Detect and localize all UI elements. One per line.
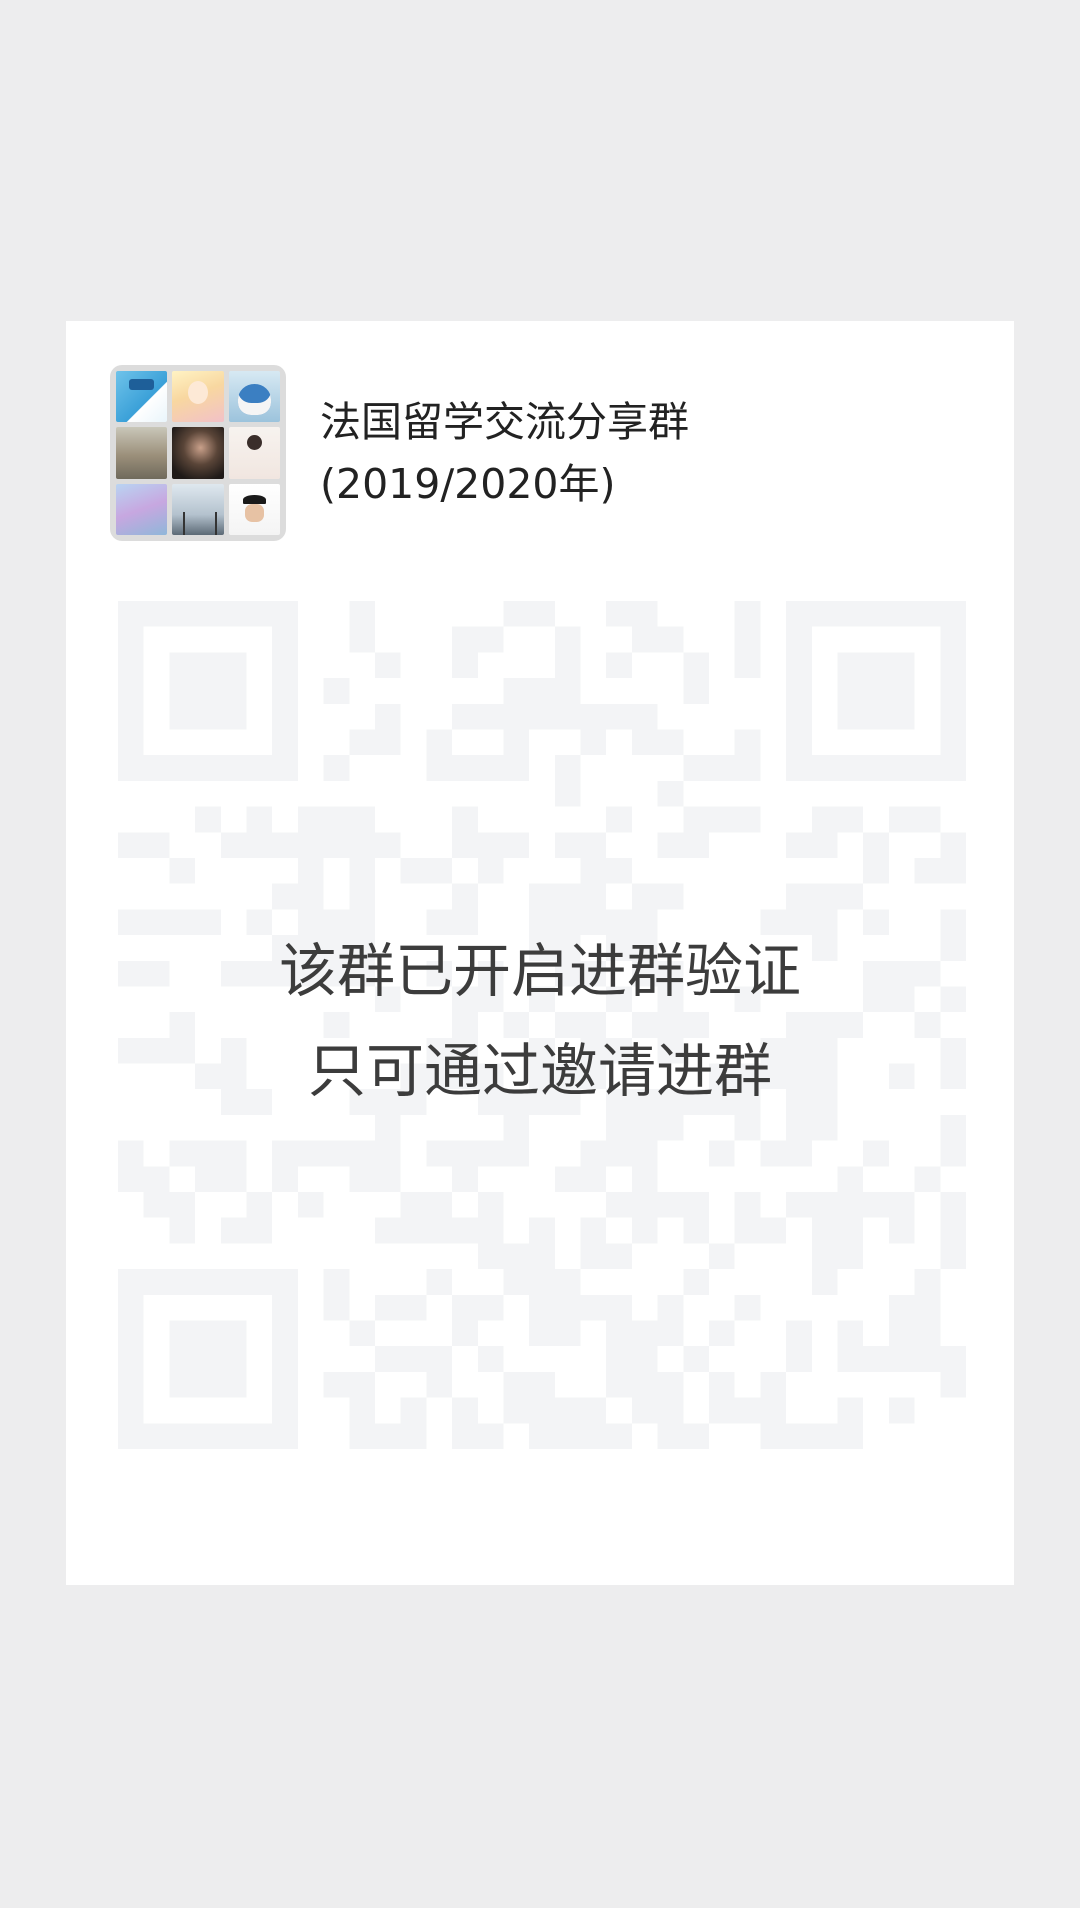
member-avatar-tile	[116, 371, 168, 423]
group-name-line1: 法国留学交流分享群	[320, 398, 689, 446]
member-avatar-tile	[172, 371, 224, 423]
member-avatar-tile	[228, 427, 280, 479]
group-name-line2: (2019/2020年)	[320, 460, 616, 508]
member-avatar-tile	[228, 483, 280, 535]
group-verification-notice: 该群已开启进群验证 只可通过邀请进群	[66, 921, 1014, 1121]
member-avatar-tile	[116, 427, 168, 479]
member-avatar-tile	[172, 483, 224, 535]
group-name: 法国留学交流分享群 (2019/2020年)	[320, 391, 980, 515]
member-avatar-tile	[116, 483, 168, 535]
member-avatar-tile	[228, 371, 280, 423]
notice-line1: 该群已开启进群验证	[278, 937, 801, 1005]
group-avatar-icon	[110, 365, 286, 541]
member-avatar-tile	[172, 427, 224, 479]
group-qr-card: 法国留学交流分享群 (2019/2020年) 该群已开启进群验证 只可通过邀请进…	[66, 321, 1014, 1585]
notice-line2: 只可通过邀请进群	[307, 1037, 772, 1105]
